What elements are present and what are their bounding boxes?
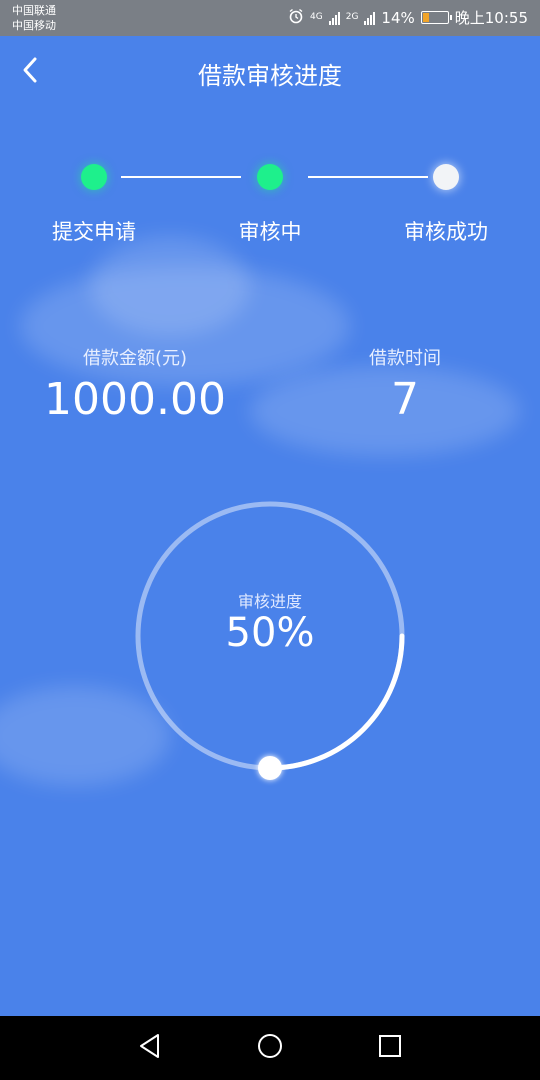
- carrier-1: 中国联通: [12, 4, 56, 17]
- home-circle-icon: [256, 1032, 284, 1064]
- battery-icon: [420, 11, 452, 24]
- step-label-approved: 审核成功: [404, 220, 488, 244]
- carrier-2: 中国移动: [12, 19, 56, 32]
- term-label: 借款时间: [369, 348, 441, 369]
- recents-square-icon: [378, 1034, 402, 1062]
- network-type-2: 2G: [345, 12, 359, 22]
- status-bar: 中国联通 中国移动 4G 2G 14% 晚上10:55: [0, 0, 540, 36]
- term-value: 7: [391, 374, 419, 425]
- nav-home-button[interactable]: [250, 1030, 290, 1066]
- gauge-value: 50%: [225, 610, 315, 656]
- clock: 晚上10:55: [454, 9, 528, 27]
- gauge-label: 审核进度: [237, 592, 302, 611]
- signal-icon-2: [364, 11, 376, 25]
- amount-value: 1000.00: [44, 374, 226, 425]
- step-dot-reviewing: [257, 164, 283, 190]
- system-nav-bar: [0, 1016, 540, 1080]
- cloud-decoration: [90, 236, 250, 336]
- app-content: 借款审核进度 提交申请 审核中 审核成功 借款金额(元) 1000.00 借款时…: [0, 36, 540, 1016]
- step-label-submitted: 提交申请: [52, 220, 136, 244]
- carrier-info: 中国联通 中国移动: [12, 3, 56, 33]
- status-right: 4G 2G 14% 晚上10:55: [288, 7, 528, 28]
- back-triangle-icon: [138, 1033, 162, 1063]
- page-title: 借款审核进度: [198, 62, 342, 90]
- alarm-icon: [288, 8, 304, 28]
- nav-recents-button[interactable]: [370, 1030, 410, 1066]
- signal-icon: [328, 11, 340, 25]
- amount-label: 借款金额(元): [82, 348, 188, 369]
- network-type-1: 4G: [310, 12, 323, 22]
- nav-back-button[interactable]: [130, 1030, 170, 1066]
- battery-percent: 14%: [381, 8, 415, 27]
- step-label-reviewing: 审核中: [238, 220, 302, 244]
- gauge-knob: [258, 756, 282, 780]
- step-dot-submitted: [81, 164, 107, 190]
- step-dot-approved: [433, 164, 459, 190]
- header: 借款审核进度: [0, 36, 540, 108]
- step-connector: [121, 176, 241, 178]
- step-connector: [308, 176, 428, 178]
